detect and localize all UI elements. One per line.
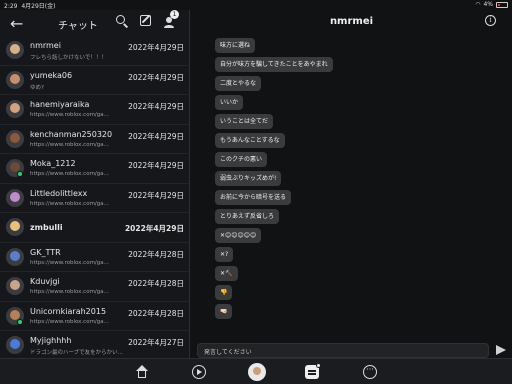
status-right: ◠ 4% xyxy=(475,1,508,8)
avatar xyxy=(6,70,24,89)
message-bubble: 二度とやるな xyxy=(215,76,262,91)
message-bubble: このクチの悪い xyxy=(215,152,268,167)
chat-date: 2022年4月29日 xyxy=(128,131,184,141)
chat-icon[interactable] xyxy=(305,363,321,379)
more-icon[interactable]: ··· xyxy=(363,365,377,379)
message-bubble: 👎 xyxy=(215,285,233,300)
discover-icon[interactable] xyxy=(192,365,206,379)
chat-preview: ゆめ? xyxy=(30,84,44,91)
sidebar-header: ← チャット 1 xyxy=(0,10,189,36)
chat-name: Kduvjgi xyxy=(30,277,60,286)
chat-list-item[interactable]: yumeka06 ゆめ? 2022年4月29日 xyxy=(0,66,190,95)
chat-date: 2022年4月27日 xyxy=(128,338,184,347)
chat-list-item[interactable]: Unicornkiarah2015 https://www.roblox.com/… xyxy=(0,302,190,331)
chat-list-item[interactable]: hanemiyaraika https://www.roblox.com/ga..… xyxy=(0,95,190,125)
home-icon[interactable] xyxy=(135,365,149,379)
chat-date: 2022年4月29日 xyxy=(124,224,184,233)
message-bubble: ✕🔨 xyxy=(215,266,238,281)
chat-name: Myjighhhh xyxy=(30,336,72,345)
chat-date: 2022年4月28日 xyxy=(128,308,184,318)
chat-date: 2022年4月28日 xyxy=(128,279,184,288)
chat-name: yumeka06 xyxy=(30,70,73,80)
chat-preview: https://www.roblox.com/ga... xyxy=(30,171,109,177)
compose-icon[interactable] xyxy=(139,14,153,28)
avatar xyxy=(6,100,24,118)
avatar xyxy=(6,218,24,236)
chat-list-item[interactable]: Myjighhhh ドラゴン最のハーブで友をからかい... 2022年4月27日 xyxy=(0,331,190,361)
chat-preview: https://www.roblox.com/ga... xyxy=(30,318,109,325)
bottom-nav: ··· xyxy=(0,358,512,384)
avatar xyxy=(6,129,24,148)
chat-list-item[interactable]: zmbulli 2022年4月29日 xyxy=(0,213,190,243)
sidebar-title: チャット xyxy=(58,21,98,32)
battery-icon xyxy=(496,1,508,8)
chat-preview: ドラゴン最のハーブで友をからかい... xyxy=(30,350,123,356)
chat-preview: https://www.roblox.com/ga... xyxy=(30,141,109,148)
chat-name: Unicornkiarah2015 xyxy=(30,306,107,316)
status-time-date: 2:29 4月29日(金) xyxy=(4,3,56,10)
message-bubble: もうあんなことするな xyxy=(215,133,285,148)
avatar xyxy=(6,188,24,207)
chat-list-item[interactable]: kenchanman250320 https://www.roblox.com/g… xyxy=(0,125,190,154)
conversation-panel: nmrmei i 味方に選ね自分が味方を騙してきたことをあやまれ 二度とやるな いい… xyxy=(191,10,512,358)
chat-date: 2022年4月29日 xyxy=(128,190,184,200)
chat-date: 2022年4月29日 xyxy=(128,161,184,170)
chat-preview: フレちら話しかけないで！！！ xyxy=(30,55,107,61)
online-status-icon xyxy=(17,171,23,177)
message-input[interactable]: 発言してください xyxy=(197,343,489,358)
message-bubble: 味方に選ね xyxy=(215,38,256,53)
avatar xyxy=(6,247,24,266)
message-bubble: 自分が味方を騙してきたことをあやまれ xyxy=(215,57,333,72)
message-list: 味方に選ね自分が味方を騙してきたことをあやまれ 二度とやるな いいかいうことは全てだ… xyxy=(215,38,333,319)
chat-sidebar: ← チャット 1 nmrmei フレちら話しかけないで！！！ 2022年4月29日 y… xyxy=(0,10,190,361)
battery-percent: 4% xyxy=(483,1,493,8)
message-bubble: お前に今から暗号を送る xyxy=(215,190,292,205)
status-bar: 2:29 4月29日(金) ◠ 4% xyxy=(0,0,512,10)
avatar xyxy=(6,41,24,59)
avatar xyxy=(6,277,24,295)
chat-list-item[interactable]: nmrmei フレちら話しかけないで！！！ 2022年4月29日 xyxy=(0,36,190,66)
chat-date: 2022年4月29日 xyxy=(128,72,184,82)
avatar xyxy=(6,336,24,354)
wifi-icon: ◠ xyxy=(475,1,481,8)
chat-name: hanemiyaraika xyxy=(30,100,90,109)
chat-list-item[interactable]: Kduvjgi https://www.roblox.com/ga... 2022年… xyxy=(0,272,190,302)
chat-list-item[interactable]: GK_TTR https://www.roblox.com/ga... 2022年4… xyxy=(0,243,190,272)
send-icon[interactable] xyxy=(496,345,506,355)
chat-list-item[interactable]: Moka_1212 https://www.roblox.com/ga... 202… xyxy=(0,154,190,184)
info-icon[interactable]: i xyxy=(485,15,496,26)
chat-list: nmrmei フレちら話しかけないで！！！ 2022年4月29日 yumeka06 ゆめ… xyxy=(0,36,190,361)
chat-date: 2022年4月28日 xyxy=(128,249,184,259)
chat-name: GK_TTR xyxy=(30,247,61,257)
conversation-title: nmrmei xyxy=(329,16,374,27)
avatar[interactable] xyxy=(248,363,266,381)
message-bubble: 弱虫ぶりキッズめが! xyxy=(215,171,282,186)
chat-preview: https://www.roblox.com/ga... xyxy=(30,289,109,295)
chat-name: kenchanman250320 xyxy=(30,129,113,139)
friend-requests-icon[interactable]: 1 xyxy=(163,10,179,28)
chat-preview: https://www.roblox.com/ga... xyxy=(30,200,109,207)
message-bubble: ✕😊😊😊😊😊 xyxy=(215,228,262,243)
notification-badge: 1 xyxy=(170,10,179,19)
back-arrow-icon[interactable]: ← xyxy=(10,14,23,33)
message-bubble: ✕? xyxy=(215,247,234,262)
chat-date: 2022年4月29日 xyxy=(128,43,184,52)
online-status-icon xyxy=(17,318,23,325)
chat-preview: https://www.roblox.com/ga... xyxy=(30,112,109,118)
chat-list-item[interactable]: Littledolittlexx https://www.roblox.com/g… xyxy=(0,184,190,213)
chat-name: Moka_1212 xyxy=(30,159,76,168)
message-bubble: いいか xyxy=(215,95,244,110)
chat-date: 2022年4月29日 xyxy=(128,102,184,111)
message-bubble: とりあえず反省しろ xyxy=(215,209,280,224)
chat-preview: https://www.roblox.com/ga... xyxy=(30,259,109,266)
chat-name: nmrmei xyxy=(30,41,61,50)
search-icon[interactable] xyxy=(115,14,129,28)
message-bubble: いうことは全てだ xyxy=(215,114,274,129)
chat-name: zmbulli xyxy=(30,223,63,232)
chat-name: Littledolittlexx xyxy=(30,188,88,198)
message-bubble: 🤜🏻 xyxy=(215,304,233,319)
